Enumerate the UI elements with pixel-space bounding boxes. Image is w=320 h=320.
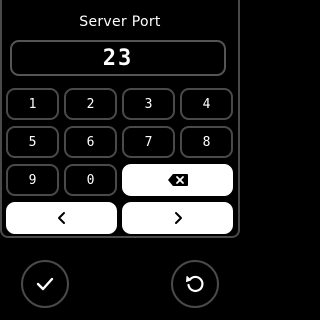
backspace-icon <box>167 174 188 186</box>
key-5[interactable]: 5 <box>6 126 59 158</box>
port-value-display: 23 <box>10 40 226 76</box>
key-0[interactable]: 0 <box>64 164 117 196</box>
key-3[interactable]: 3 <box>122 88 175 120</box>
page-title: Server Port <box>79 14 161 30</box>
key-4[interactable]: 4 <box>180 88 233 120</box>
key-6[interactable]: 6 <box>64 126 117 158</box>
cursor-right-button[interactable] <box>122 202 233 234</box>
port-entry-screen: Server Port 23 1 2 3 4 5 6 7 8 9 0 <box>0 0 240 320</box>
confirm-button[interactable] <box>21 260 69 308</box>
cursor-left-button[interactable] <box>6 202 117 234</box>
key-2[interactable]: 2 <box>64 88 117 120</box>
key-9[interactable]: 9 <box>6 164 59 196</box>
checkmark-icon <box>36 277 54 291</box>
reset-icon <box>186 275 204 292</box>
chevron-left-icon <box>57 212 65 224</box>
key-7[interactable]: 7 <box>122 126 175 158</box>
key-1[interactable]: 1 <box>6 88 59 120</box>
key-8[interactable]: 8 <box>180 126 233 158</box>
chevron-right-icon <box>174 212 182 224</box>
reset-button[interactable] <box>171 260 219 308</box>
backspace-button[interactable] <box>122 164 233 196</box>
